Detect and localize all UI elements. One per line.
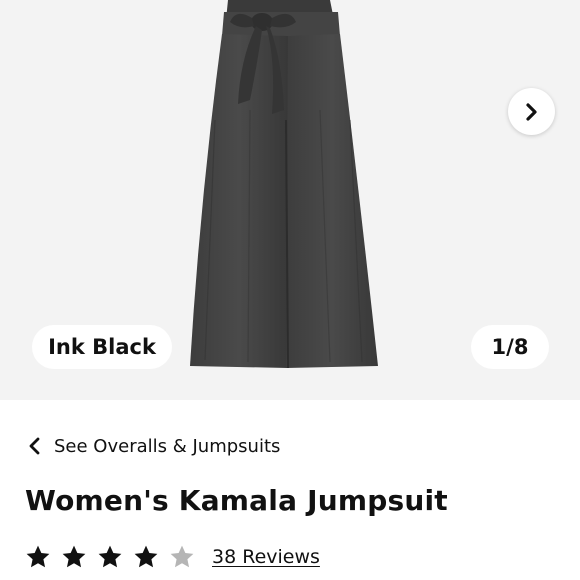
product-title: Women's Kamala Jumpsuit xyxy=(25,484,448,517)
product-rating: 38 Reviews xyxy=(25,541,320,573)
reviews-link[interactable]: 38 Reviews xyxy=(212,546,320,568)
star-empty-icon xyxy=(170,545,194,568)
breadcrumb-label[interactable]: See Overalls & Jumpsuits xyxy=(54,436,280,457)
star-filled-icon xyxy=(98,545,122,568)
star-filled-icon xyxy=(134,545,158,568)
chevron-right-icon xyxy=(525,102,537,121)
star-rating xyxy=(25,544,195,570)
next-image-button[interactable] xyxy=(508,88,555,135)
product-image-gallery[interactable]: Ink Black 1/8 xyxy=(0,0,580,400)
chevron-left-icon xyxy=(29,437,40,455)
star-filled-icon xyxy=(62,545,86,568)
image-counter: 1/8 xyxy=(491,335,529,359)
color-label: Ink Black xyxy=(48,335,156,359)
breadcrumb[interactable]: See Overalls & Jumpsuits xyxy=(28,432,280,460)
image-counter-badge: 1/8 xyxy=(471,325,549,369)
star-filled-icon xyxy=(26,545,50,568)
color-badge: Ink Black xyxy=(32,325,172,369)
